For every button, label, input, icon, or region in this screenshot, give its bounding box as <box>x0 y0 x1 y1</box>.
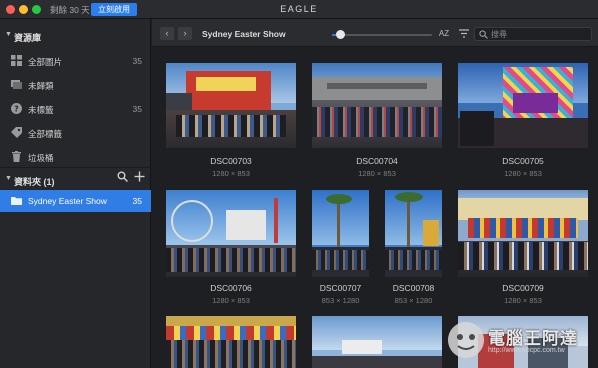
title-bar: 剩餘 30 天 立刻啟用 EAGLE <box>0 0 598 19</box>
tag-icon <box>11 127 22 138</box>
image-thumbnail[interactable] <box>166 316 296 368</box>
image-name: DSC00709 <box>502 283 544 293</box>
sidebar-item-label: 未標籤 <box>28 105 54 115</box>
image-caption: DSC00705 1280 × 853 <box>458 156 588 178</box>
search-box[interactable] <box>474 27 592 41</box>
uncategorized-icon <box>11 80 22 89</box>
sidebar: ▼ 資源庫 全部圖片 35 未歸類 ? 未標籤 35 全部標籤 垃圾桶 ▼ 資料… <box>0 19 151 368</box>
filter-icon[interactable] <box>457 27 471 40</box>
search-input[interactable] <box>491 29 587 40</box>
trash-icon <box>12 151 21 162</box>
chevron-down-icon: ▼ <box>5 175 12 182</box>
sort-az-icon[interactable]: AZ <box>437 27 451 40</box>
svg-text:?: ? <box>14 105 19 114</box>
current-folder-title: Sydney Easter Show <box>202 29 286 39</box>
image-thumbnail[interactable] <box>385 190 442 277</box>
sidebar-item-untagged[interactable]: ? 未標籤 35 <box>0 97 151 121</box>
library-section-header[interactable]: ▼ 資源庫 <box>0 25 151 47</box>
folder-icon <box>11 197 22 205</box>
sidebar-item-label: 全部標籤 <box>28 129 63 139</box>
sidebar-divider <box>0 167 151 168</box>
sort-label: AZ <box>438 29 450 38</box>
chevron-down-icon: ▼ <box>5 31 12 38</box>
image-thumbnail[interactable] <box>166 190 296 277</box>
library-header-label: 資源庫 <box>14 33 42 43</box>
sidebar-folder-sydney-easter-show[interactable]: Sydney Easter Show 35 <box>0 190 151 212</box>
image-dimensions: 1280 × 853 <box>504 296 542 305</box>
image-thumbnail[interactable] <box>312 316 442 368</box>
sidebar-item-label: 未歸類 <box>28 81 54 91</box>
back-button[interactable]: ‹ <box>160 27 174 40</box>
question-icon: ? <box>11 103 22 114</box>
image-dimensions: 1280 × 853 <box>358 169 396 178</box>
watermark-text: 電腦王阿達 <box>488 329 578 348</box>
toolbar: ‹ › Sydney Easter Show AZ <box>152 19 598 47</box>
image-name: DSC00707 <box>319 283 362 293</box>
watermark-url: http://www.kocpc.com.tw <box>488 347 565 354</box>
add-folder-icon[interactable] <box>134 171 145 182</box>
zoom-slider[interactable] <box>332 34 432 36</box>
folders-section-header[interactable]: ▼ 資料夾 (1) <box>0 169 151 191</box>
image-dimensions: 1280 × 853 <box>212 169 250 178</box>
search-folder-icon[interactable] <box>117 171 128 182</box>
image-name: DSC00703 <box>210 156 252 166</box>
image-name: DSC00705 <box>502 156 544 166</box>
image-dimensions: 853 × 1280 <box>321 296 360 305</box>
sidebar-item-trash[interactable]: 垃圾桶 <box>0 145 151 169</box>
image-caption: DSC00703 1280 × 853 <box>166 156 296 178</box>
zoom-slider-handle[interactable] <box>335 30 345 39</box>
image-dimensions: 853 × 1280 <box>394 296 433 305</box>
sidebar-item-label: 垃圾桶 <box>28 153 54 163</box>
forward-button[interactable]: › <box>178 27 192 40</box>
watermark: 電腦王阿達 http://www.kocpc.com.tw <box>442 320 598 368</box>
image-thumbnail[interactable] <box>458 190 588 277</box>
sidebar-item-label: 全部圖片 <box>28 57 63 67</box>
sidebar-item-count: 35 <box>132 56 142 66</box>
image-caption: DSC00707 853 × 1280 <box>304 283 377 305</box>
search-icon <box>479 30 488 39</box>
image-caption: DSC00709 1280 × 853 <box>458 283 588 305</box>
image-name: DSC00708 <box>392 283 435 293</box>
app-title: EAGLE <box>280 4 318 14</box>
image-dimensions: 1280 × 853 <box>212 296 250 305</box>
image-thumbnail[interactable] <box>166 63 296 148</box>
image-thumbnail[interactable] <box>312 63 442 148</box>
image-name: DSC00706 <box>210 283 252 293</box>
image-caption: DSC00706 1280 × 853 <box>166 283 296 305</box>
grid-icon <box>11 55 22 66</box>
sidebar-item-count: 35 <box>132 104 142 114</box>
image-caption: DSC00708 853 × 1280 <box>377 283 450 305</box>
image-thumbnail[interactable] <box>458 63 588 148</box>
watermark-logo-icon <box>448 322 484 358</box>
image-name: DSC00704 <box>356 156 398 166</box>
sidebar-folder-label: Sydney Easter Show <box>28 196 107 206</box>
sidebar-folder-count: 35 <box>132 196 142 206</box>
image-caption: DSC00704 1280 × 853 <box>312 156 442 178</box>
image-thumbnail[interactable] <box>312 190 369 277</box>
sidebar-item-uncategorized[interactable]: 未歸類 <box>0 73 151 97</box>
sidebar-item-all-images[interactable]: 全部圖片 35 <box>0 49 151 73</box>
image-dimensions: 1280 × 853 <box>504 169 542 178</box>
sidebar-item-all-tags[interactable]: 全部標籤 <box>0 121 151 145</box>
folders-header-label: 資料夾 (1) <box>14 177 55 187</box>
